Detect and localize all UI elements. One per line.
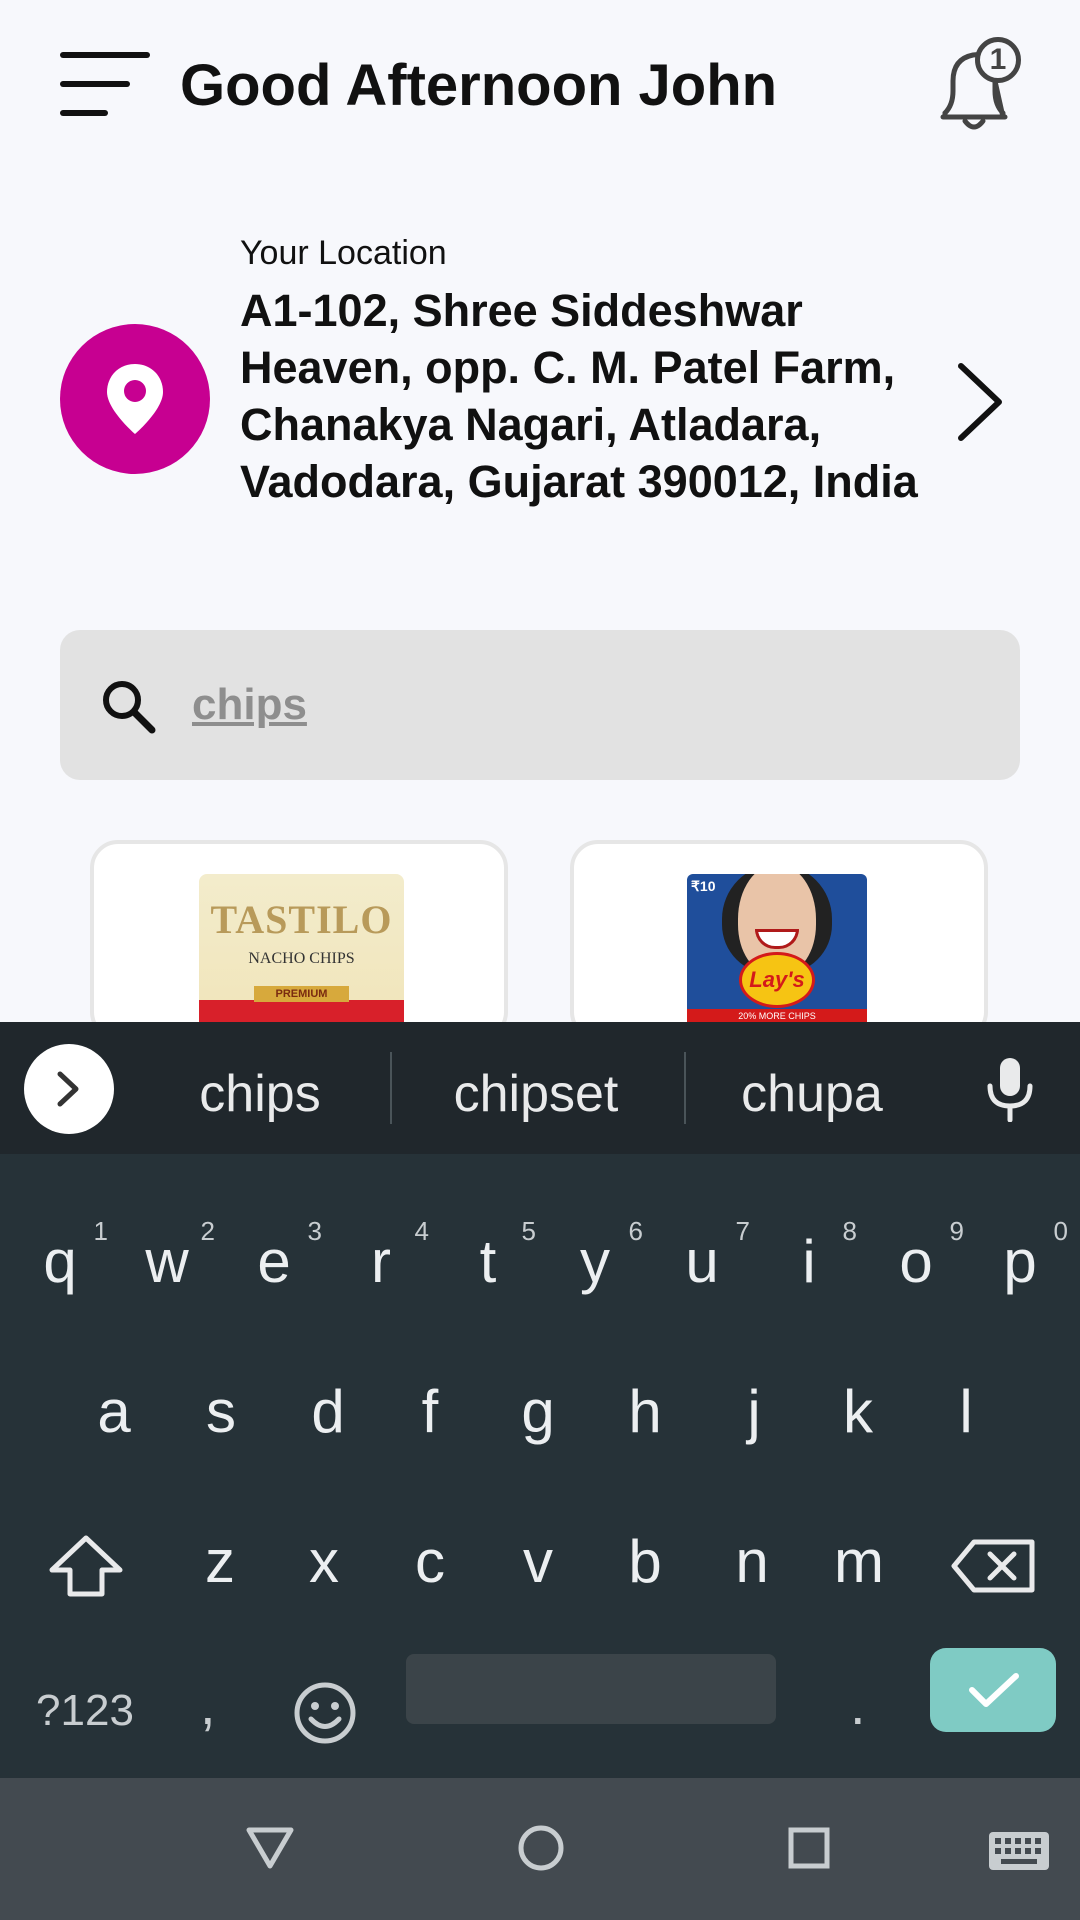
product-brand: Lay's: [739, 952, 815, 1008]
key-j[interactable]: j: [700, 1346, 808, 1478]
key-n[interactable]: n: [698, 1496, 806, 1628]
key-d[interactable]: d: [274, 1346, 382, 1478]
search-bar[interactable]: [60, 630, 1020, 780]
search-icon: [98, 676, 158, 741]
back-triangle-icon[interactable]: [245, 1826, 295, 1875]
key-i[interactable]: i8: [755, 1196, 863, 1328]
enter-check-icon[interactable]: [930, 1648, 1056, 1732]
shift-icon[interactable]: [38, 1534, 134, 1603]
key-c[interactable]: c: [376, 1496, 484, 1628]
backspace-icon[interactable]: [950, 1536, 1038, 1601]
key-o[interactable]: o9: [862, 1196, 970, 1328]
notification-bell-icon[interactable]: 1: [925, 35, 1025, 135]
product-badge: PREMIUM: [254, 986, 349, 1002]
key-b[interactable]: b: [591, 1496, 699, 1628]
product-card[interactable]: TASTILO NACHO CHIPS PREMIUM: [90, 840, 508, 1040]
symbols-key[interactable]: ?123: [20, 1686, 150, 1736]
suggestion-divider: [390, 1052, 392, 1124]
search-input[interactable]: [192, 670, 972, 740]
suggestion-2[interactable]: chipset: [396, 1064, 676, 1124]
menu-icon[interactable]: [60, 52, 152, 118]
greeting-title: Good Afternoon John: [180, 53, 778, 118]
microphone-icon[interactable]: [985, 1056, 1035, 1127]
product-subtitle: NACHO CHIPS: [248, 950, 355, 967]
key-x[interactable]: x: [270, 1496, 378, 1628]
key-q[interactable]: q1: [6, 1196, 114, 1328]
product-banner: 20% MORE CHIPS: [687, 1009, 867, 1023]
chevron-right-icon[interactable]: [955, 360, 1005, 449]
product-image: TASTILO NACHO CHIPS PREMIUM: [199, 874, 404, 1036]
product-image: ₹10 Lay's 20% MORE CHIPS: [687, 874, 867, 1036]
key-h[interactable]: h: [591, 1346, 699, 1478]
location-selector[interactable]: Your Location A1-102, Shree Siddeshwar H…: [0, 220, 1080, 580]
key-p[interactable]: p0: [966, 1196, 1074, 1328]
key-a[interactable]: a: [60, 1346, 168, 1478]
location-pin-icon: [60, 324, 210, 474]
key-y[interactable]: y6: [541, 1196, 649, 1328]
suggestion-1[interactable]: chips: [120, 1064, 400, 1124]
key-g[interactable]: g: [484, 1346, 592, 1478]
suggestion-strip: chips chipset chupa: [0, 1022, 1080, 1154]
key-v[interactable]: v: [484, 1496, 592, 1628]
key-k[interactable]: k: [804, 1346, 912, 1478]
suggestion-3[interactable]: chupa: [672, 1064, 952, 1124]
expand-toolbar-button[interactable]: [24, 1044, 114, 1134]
space-key[interactable]: [406, 1654, 776, 1724]
product-price: ₹10: [691, 878, 716, 894]
system-navigation-bar: [0, 1778, 1080, 1920]
key-s[interactable]: s: [167, 1346, 275, 1478]
key-w[interactable]: w2: [113, 1196, 221, 1328]
recent-apps-icon[interactable]: [787, 1826, 831, 1875]
location-address: A1-102, Shree Siddeshwar Heaven, opp. C.…: [240, 285, 918, 507]
product-card[interactable]: ₹10 Lay's 20% MORE CHIPS: [570, 840, 988, 1040]
location-label: Your Location: [240, 234, 447, 272]
key-u[interactable]: u7: [648, 1196, 756, 1328]
emoji-icon[interactable]: [292, 1680, 358, 1751]
key-e[interactable]: e3: [220, 1196, 328, 1328]
key-z[interactable]: z: [166, 1496, 274, 1628]
keyboard-switch-icon[interactable]: [987, 1830, 1051, 1877]
product-brand: TASTILO: [210, 897, 393, 942]
key-l[interactable]: l: [912, 1346, 1020, 1478]
home-circle-icon[interactable]: [517, 1824, 565, 1877]
app-header: Good Afternoon John 1: [0, 0, 1080, 170]
key-m[interactable]: m: [805, 1496, 913, 1628]
notification-count-badge: 1: [975, 37, 1021, 83]
key-comma[interactable]: ,: [200, 1672, 216, 1737]
key-f[interactable]: f: [376, 1346, 484, 1478]
key-period[interactable]: .: [850, 1672, 866, 1737]
key-r[interactable]: r4: [327, 1196, 435, 1328]
key-t[interactable]: t5: [434, 1196, 542, 1328]
